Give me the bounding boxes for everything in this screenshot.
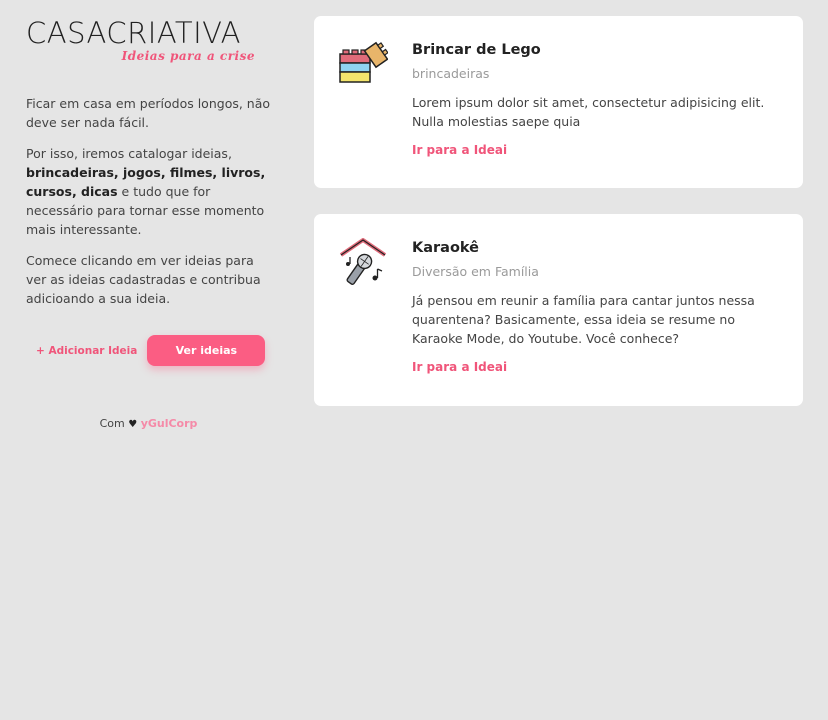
- logo-tagline: Ideias para a crise: [121, 49, 255, 63]
- idea-title: Karaokê: [412, 240, 480, 256]
- lego-icon: [338, 40, 389, 90]
- credit-corp-link[interactable]: yGulCorp: [141, 417, 198, 430]
- go-to-idea-link[interactable]: Ir para a Ideai: [412, 143, 785, 157]
- credit-footer: Com ♥ yGulCorp: [26, 417, 271, 430]
- intro-text: Ficar em casa em períodos longos, não de…: [26, 94, 271, 308]
- idea-content: Brincar de Lego brincadeiras Lorem ipsum…: [412, 42, 785, 157]
- logo-wordmark: CASACRIATIVA: [26, 16, 271, 50]
- idea-card: Brincar de Lego brincadeiras Lorem ipsum…: [314, 16, 803, 188]
- idea-description: Lorem ipsum dolor sit amet, consectetur …: [412, 95, 765, 129]
- logo-criativa: CRIATIVA: [106, 16, 242, 50]
- intro-paragraph-1: Ficar em casa em períodos longos, não de…: [26, 96, 271, 130]
- idea-category: Diversão em Família: [412, 264, 539, 279]
- idea-card: Karaokê Diversão em Família Já pensou em…: [314, 214, 803, 406]
- idea-title: Brincar de Lego: [412, 42, 541, 58]
- add-idea-link[interactable]: + Adicionar Ideia: [36, 345, 137, 357]
- sidebar: CASACRIATIVA Ideias para a crise Ficar e…: [26, 16, 271, 430]
- logo-casa: CASA: [26, 16, 107, 50]
- idea-content: Karaokê Diversão em Família Já pensou em…: [412, 240, 785, 374]
- heart-icon: ♥: [128, 419, 138, 430]
- intro-p2-start: Por isso, iremos catalogar ideias,: [26, 146, 232, 161]
- karaoke-microphone-icon: [338, 238, 388, 288]
- go-to-idea-link[interactable]: Ir para a Ideai: [412, 360, 785, 374]
- intro-paragraph-2: Por isso, iremos catalogar ideias, brinc…: [26, 144, 271, 239]
- intro-paragraph-3: Comece clicando em ver ideias para ver a…: [26, 253, 261, 306]
- idea-description: Já pensou em reunir a família para canta…: [412, 293, 755, 346]
- logo[interactable]: CASACRIATIVA Ideias para a crise: [26, 16, 271, 68]
- view-ideas-button[interactable]: Ver ideias: [147, 335, 266, 366]
- idea-category: brincadeiras: [412, 66, 490, 81]
- credit-prefix: Com: [99, 417, 125, 430]
- action-bar: + Adicionar Ideia Ver ideias: [26, 335, 271, 366]
